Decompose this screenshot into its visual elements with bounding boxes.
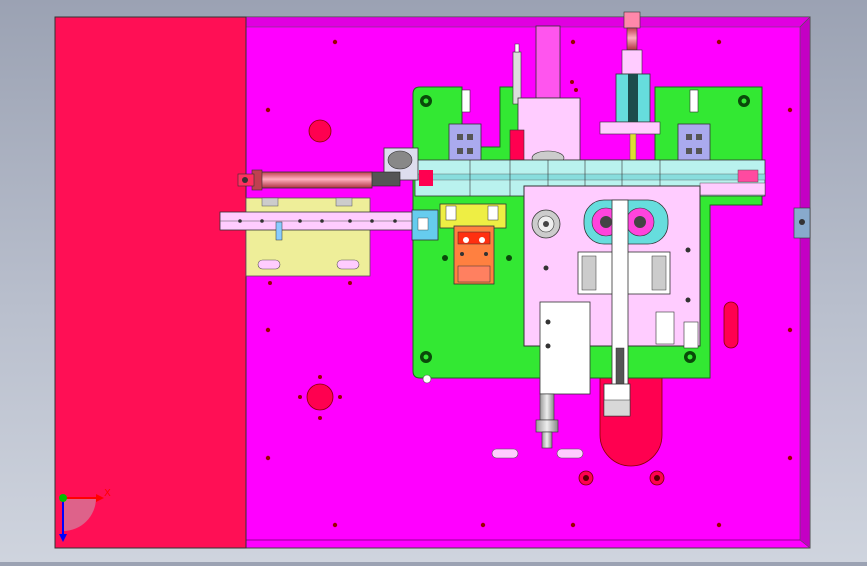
triad-x-label: X	[104, 488, 111, 499]
right-bracket[interactable]	[793, 207, 811, 239]
model-canvas[interactable]: X	[0, 0, 867, 562]
cad-viewport[interactable]: X	[0, 0, 867, 562]
locating-pin	[422, 374, 432, 384]
yellow-plate[interactable]	[245, 197, 371, 277]
side-block[interactable]	[54, 16, 247, 549]
